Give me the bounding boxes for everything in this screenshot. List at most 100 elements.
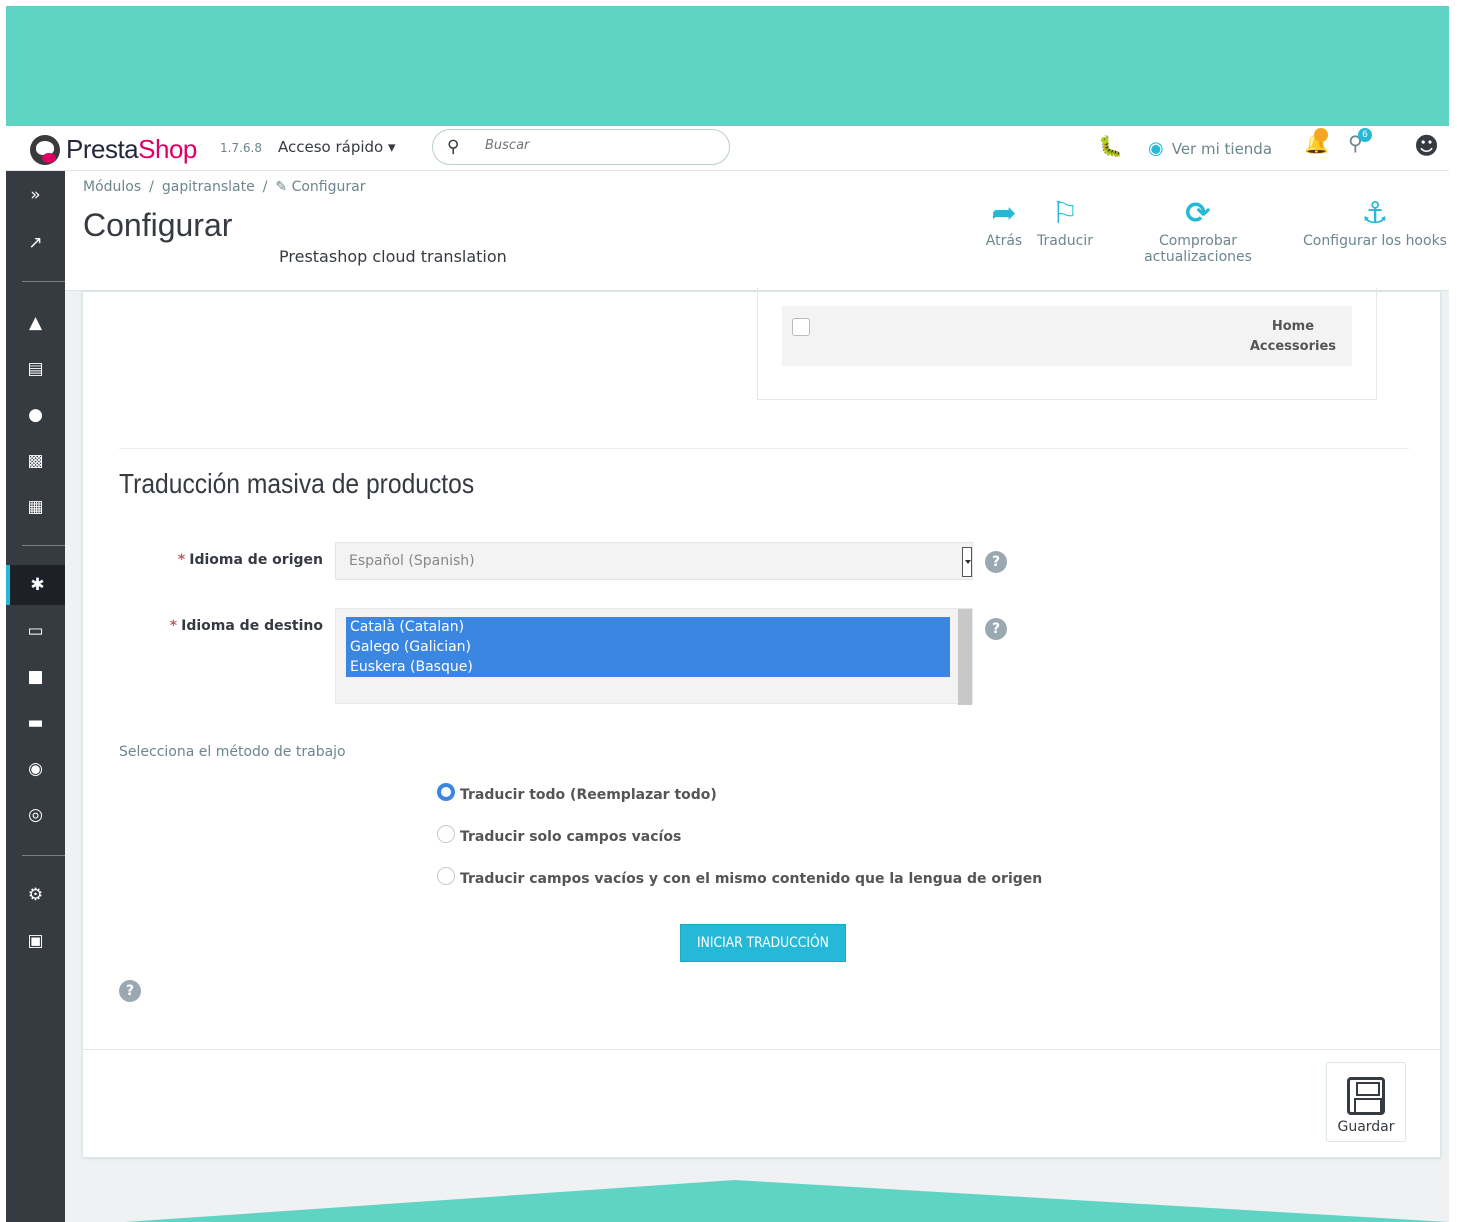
modules-puzzle-icon[interactable]: ✱ [6, 565, 65, 605]
search-icon: ⚲ [447, 137, 460, 157]
international-globe-icon[interactable]: ◉ [6, 749, 65, 789]
messages-icon[interactable]: ▩ [6, 441, 65, 481]
source-language-select[interactable]: Español (Spanish) [335, 542, 973, 580]
puffin-logo-icon [30, 134, 60, 165]
target-option-galician[interactable]: Galego (Galician) [346, 637, 950, 657]
page-subtitle: Prestashop cloud translation [279, 247, 507, 266]
radio-button[interactable] [437, 783, 455, 801]
multiselect-scrollbar[interactable] [958, 609, 972, 705]
method-label: Traducir todo (Reemplazar todo) [460, 787, 717, 803]
orders-notification-icon[interactable]: 🔔 [1304, 128, 1329, 155]
anchor-icon: ⚓ [1361, 196, 1389, 231]
page-title: Configurar [83, 207, 233, 243]
method-label: Traducir campos vacíos y con el mismo co… [460, 871, 1043, 887]
shipping-truck-icon[interactable]: ■ [6, 657, 65, 697]
view-store-link[interactable]: ◉ Ver mi tienda [1148, 138, 1272, 159]
advanced-settings-icon[interactable]: ▣ [6, 921, 65, 961]
work-method-label: Selecciona el método de trabajo [119, 744, 346, 760]
required-mark: * [169, 618, 178, 634]
select-arrow-icon [962, 547, 972, 577]
payment-card-icon[interactable]: ▬ [6, 703, 65, 743]
breadcrumb: Módulos / gapitranslate / ✎ Configurar [83, 179, 366, 195]
toolbar-translate-button[interactable]: ⚐ Traducir [1033, 196, 1097, 250]
source-language-label-text: Idioma de origen [189, 552, 323, 568]
target-language-multiselect[interactable]: Català (Catalan) Galego (Galician) Euske… [335, 608, 973, 705]
category-tree: Home Accessories [757, 288, 1377, 400]
settings-gear-icon[interactable]: ⚙ [6, 875, 65, 915]
sidebar-divider [22, 545, 65, 546]
debug-bug-icon[interactable]: 🐛 [1098, 134, 1123, 158]
toolbar-translate-label: Traducir [1037, 233, 1093, 249]
sidebar-divider [22, 281, 65, 282]
customers-icon[interactable]: ● [6, 395, 65, 435]
start-translation-label: INICIAR TRADUCCIÓN [697, 935, 829, 951]
target-option-basque[interactable]: Euskera (Basque) [346, 657, 950, 677]
category-tree-row: Home Accessories [782, 306, 1352, 366]
flag-icon: ⚐ [1051, 196, 1079, 231]
top-header: PrestaShop 1.7.6.8 Acceso rápido ▾ ⚲ 🐛 ◉… [6, 126, 1449, 171]
target-language-label: * Idioma de destino [103, 618, 323, 634]
logo-text: PrestaShop [66, 134, 197, 164]
decorative-shape [126, 1180, 1449, 1222]
search-input[interactable] [485, 138, 715, 153]
toolbar-back-label: Atrás [985, 233, 1023, 249]
wrench-icon: ✎ [275, 179, 292, 195]
category-checkbox[interactable] [792, 318, 810, 336]
view-store-label: Ver mi tienda [1171, 139, 1273, 158]
required-mark: * [177, 552, 186, 568]
toolbar-check-updates-label: Comprobar actualizaciones [1144, 233, 1252, 265]
eye-icon: ◉ [1148, 138, 1164, 159]
floppy-disk-icon [1347, 1077, 1385, 1115]
customers-badge: 6 [1358, 128, 1372, 142]
method-option-replace-all[interactable]: Traducir todo (Reemplazar todo) [437, 783, 717, 804]
prestashop-admin: PrestaShop 1.7.6.8 Acceso rápido ▾ ⚲ 🐛 ◉… [6, 126, 1449, 1222]
method-option-empty-only[interactable]: Traducir solo campos vacíos [437, 825, 682, 846]
help-question-icon[interactable]: ? [985, 618, 1007, 640]
section-title: Traducción masiva de productos [119, 468, 475, 499]
user-account-icon[interactable]: ☻ [1414, 132, 1439, 160]
footer-divider [83, 1049, 1440, 1050]
page-header: Módulos / gapitranslate / ✎ Configurar Confi… [65, 171, 1449, 291]
source-language-value: Español (Spanish) [349, 553, 475, 569]
toolbar-back-button[interactable]: ➦ Atrás [979, 196, 1029, 250]
screenshot-frame: PrestaShop 1.7.6.8 Acceso rápido ▾ ⚲ 🐛 ◉… [6, 6, 1449, 1222]
radio-button[interactable] [437, 825, 455, 843]
source-language-label: * Idioma de origen [103, 552, 323, 568]
customers-notification-icon[interactable]: ⚲ 6 [1348, 128, 1372, 155]
save-label: Guardar [1337, 1119, 1395, 1135]
collapse-menu-icon[interactable]: » [6, 175, 65, 215]
help-question-icon[interactable]: ? [119, 980, 141, 1002]
help-question-icon[interactable]: ? [985, 551, 1007, 573]
category-path: Home Accessories [1250, 317, 1336, 357]
toolbar-check-updates-button[interactable]: ⟳ Comprobar actualizaciones [1105, 196, 1291, 266]
config-panel: Home Accessories Traducción masiva de pr… [82, 288, 1441, 1158]
radio-button[interactable] [437, 867, 455, 885]
method-label: Traducir solo campos vacíos [460, 829, 682, 845]
prestashop-logo[interactable]: PrestaShop [30, 134, 197, 165]
breadcrumb-configure: Configurar [291, 179, 366, 195]
refresh-icon: ⟳ [1185, 196, 1211, 231]
target-option-catalan[interactable]: Català (Catalan) [346, 617, 950, 637]
save-button[interactable]: Guardar [1326, 1062, 1406, 1142]
orders-basket-icon[interactable]: ▲ [6, 303, 65, 343]
design-monitor-icon[interactable]: ▭ [6, 611, 65, 651]
search-box[interactable]: ⚲ [432, 129, 730, 165]
arrow-circle-left-icon: ➦ [991, 196, 1017, 231]
sidebar-divider [22, 855, 65, 856]
category-path-home: Home [1271, 319, 1315, 334]
breadcrumb-modules[interactable]: Módulos [83, 179, 141, 195]
sidebar: » ↗ ▲ ▤ ● ▩ ▦ ✱ ▭ ■ ▬ ◉ ◎ ⚙ ▣ [6, 171, 65, 1222]
marketing-icon[interactable]: ◎ [6, 795, 65, 835]
dashboard-icon[interactable]: ↗ [6, 223, 65, 263]
toolbar-configure-hooks-label: Configurar los hooks [1303, 233, 1447, 249]
breadcrumb-gapitranslate[interactable]: gapitranslate [162, 179, 255, 195]
start-translation-button[interactable]: INICIAR TRADUCCIÓN [680, 924, 846, 962]
method-option-empty-and-same[interactable]: Traducir campos vacíos y con el mismo co… [437, 867, 1043, 888]
version-label: 1.7.6.8 [220, 141, 262, 155]
stats-icon[interactable]: ▦ [6, 487, 65, 527]
catalog-store-icon[interactable]: ▤ [6, 349, 65, 389]
category-path-accessories: Accessories [1249, 339, 1336, 354]
quick-access-dropdown[interactable]: Acceso rápido ▾ [278, 138, 396, 156]
target-language-label-text: Idioma de destino [181, 618, 323, 634]
toolbar-configure-hooks-button[interactable]: ⚓ Configurar los hooks [1303, 196, 1447, 250]
